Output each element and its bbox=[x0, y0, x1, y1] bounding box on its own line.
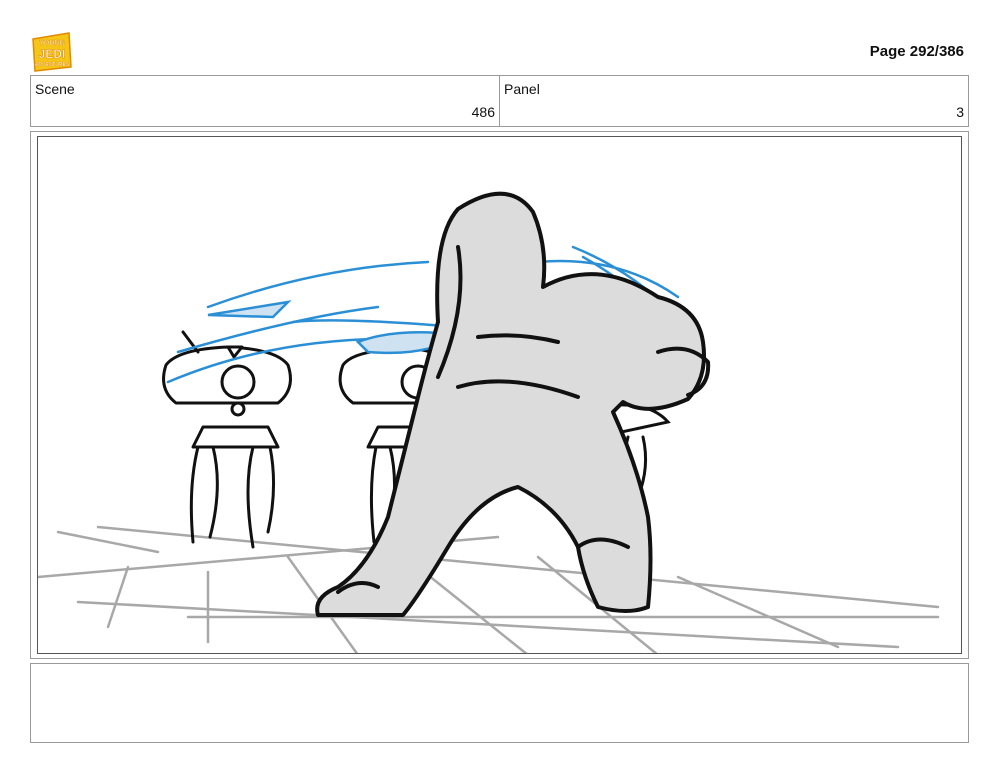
logo-line-1: YOUNG bbox=[39, 40, 65, 47]
panel-value: 3 bbox=[956, 104, 964, 120]
storyboard-sketch bbox=[38, 191, 940, 653]
logo-line-3: ADVENTURES bbox=[35, 62, 70, 68]
notes-area bbox=[30, 663, 969, 743]
droid-left bbox=[162, 330, 292, 549]
scene-value: 486 bbox=[471, 104, 495, 120]
scene-label: Scene bbox=[35, 81, 75, 97]
panel-cell: Panel 3 bbox=[499, 76, 968, 126]
logo-line-2: JEDI bbox=[39, 47, 66, 61]
page-number: Page 292/386 bbox=[869, 43, 964, 60]
show-logo: YOUNG JEDI ADVENTURES bbox=[31, 31, 73, 73]
scene-cell: Scene 486 bbox=[31, 76, 499, 126]
storyboard-image bbox=[37, 136, 962, 654]
panel-label: Panel bbox=[504, 81, 540, 97]
young-jedi-logo-icon: YOUNG JEDI ADVENTURES bbox=[32, 32, 72, 72]
floor-grid bbox=[38, 525, 940, 653]
scene-panel-info: Scene 486 Panel 3 bbox=[30, 75, 969, 127]
storyboard-panel-frame bbox=[30, 131, 969, 659]
